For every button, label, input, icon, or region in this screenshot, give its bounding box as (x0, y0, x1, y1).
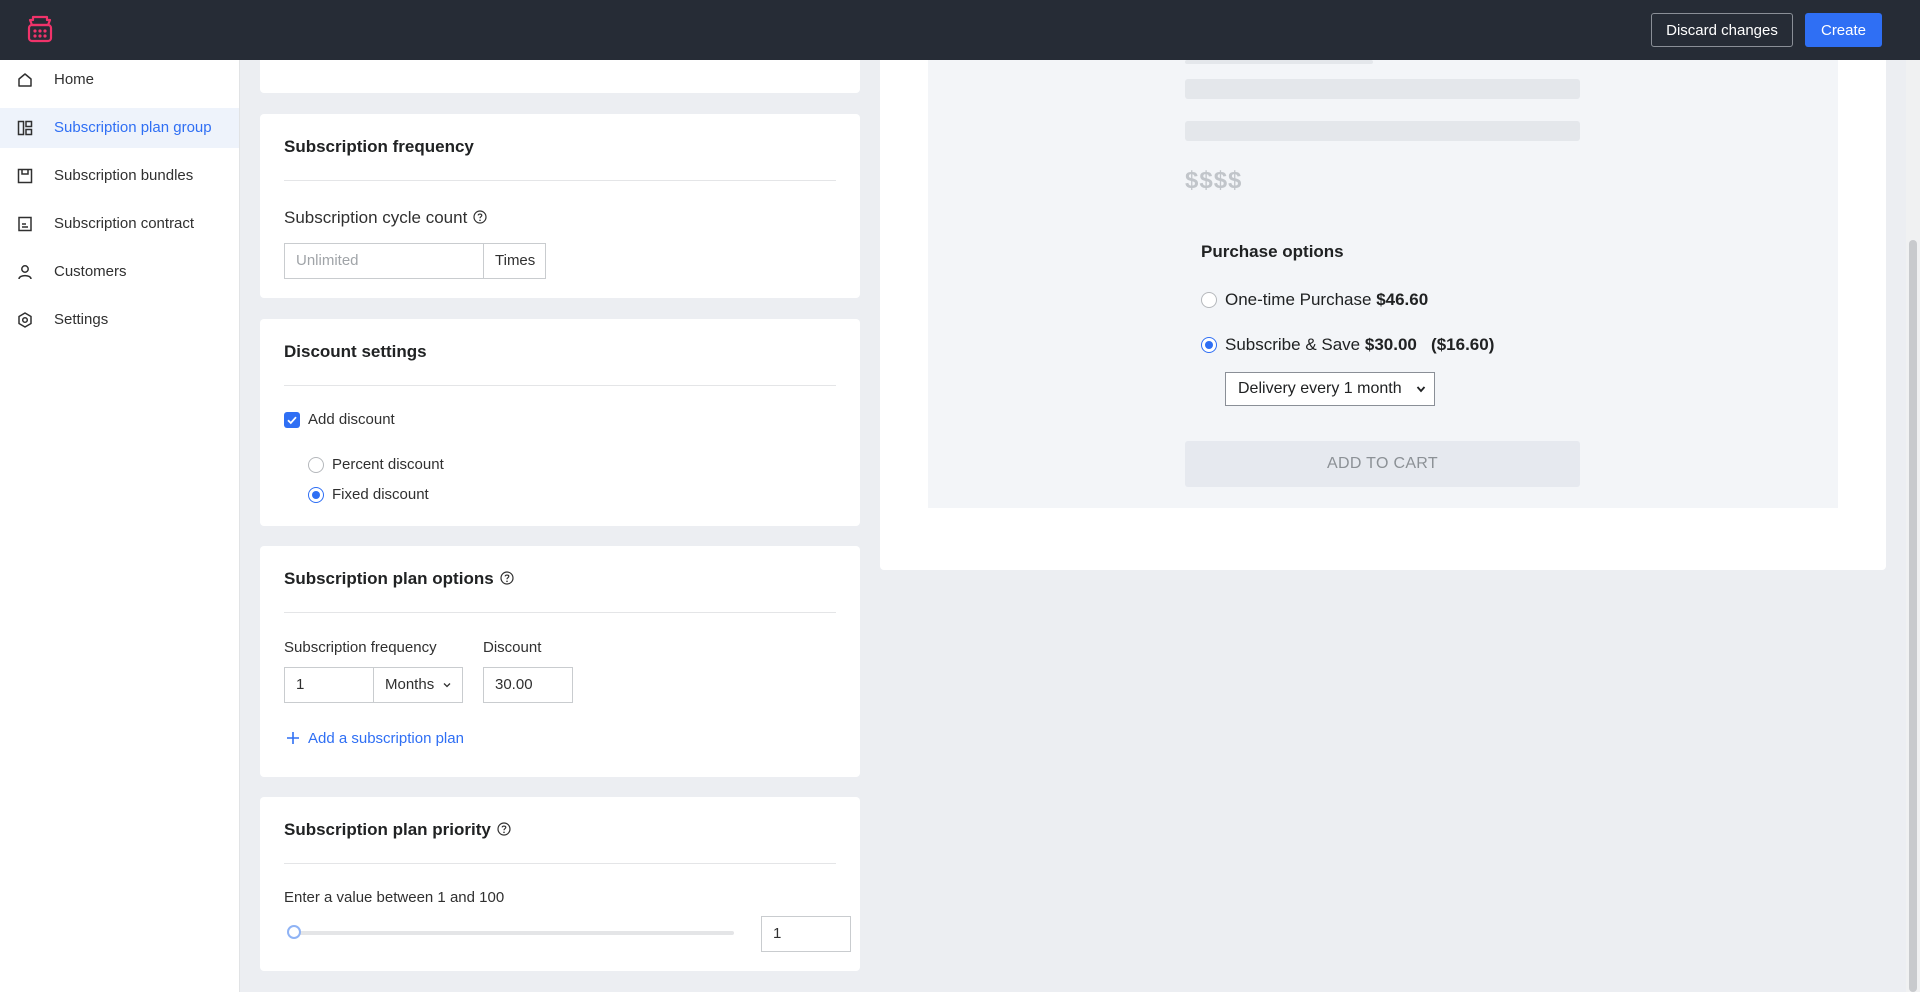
add-discount-checkbox[interactable] (284, 412, 300, 428)
card-title: Discount settings (284, 342, 427, 361)
person-icon (18, 265, 32, 280)
sidebar-item-label: Subscription bundles (54, 167, 194, 184)
discount-label: Discount (483, 639, 542, 656)
gear-icon (18, 312, 32, 328)
sidebar: Home Subscription plan group Subscriptio… (0, 60, 240, 992)
subscription-plan-options-card: Subscription plan options Subscription f… (260, 546, 860, 777)
add-subscription-plan-link[interactable]: Add a subscription plan (286, 730, 464, 747)
check-icon (287, 416, 297, 425)
priority-slider-track[interactable] (290, 931, 734, 935)
divider (284, 385, 836, 386)
subscription-plan-priority-card: Subscription plan priority Enter a value… (260, 797, 860, 971)
chevron-down-icon (1416, 386, 1426, 393)
previous-card (260, 60, 860, 93)
help-icon[interactable] (473, 210, 487, 224)
delivery-frequency-select[interactable]: Delivery every 1 month (1225, 372, 1435, 406)
sidebar-item-label: Subscription contract (54, 215, 195, 232)
layout-icon (17, 120, 33, 136)
divider (284, 863, 836, 864)
divider (284, 612, 836, 613)
fixed-discount-radio[interactable] (308, 487, 324, 503)
help-icon[interactable] (497, 822, 511, 836)
priority-input[interactable]: 1 (761, 916, 851, 952)
sidebar-item-label: Customers (54, 263, 127, 280)
sidebar-item-label: Home (54, 71, 95, 88)
scrollbar-thumb[interactable] (1909, 240, 1917, 992)
cycle-count-suffix: Times (483, 243, 546, 279)
sidebar-item-subscription-bundles[interactable]: Subscription bundles (0, 156, 239, 196)
plus-icon (287, 732, 299, 744)
sidebar-item-label: Subscription plan group (54, 119, 212, 136)
help-icon[interactable] (500, 571, 514, 585)
contract-icon (18, 216, 32, 232)
price-placeholder: $$$$ (1185, 167, 1243, 194)
sidebar-item-subscription-contract[interactable]: Subscription contract (0, 204, 239, 244)
cycle-count-input[interactable]: Unlimited (284, 243, 484, 279)
priority-hint: Enter a value between 1 and 100 (284, 889, 505, 906)
discount-input[interactable]: 30.00 (483, 667, 573, 703)
sidebar-item-label: Settings (54, 311, 109, 328)
purchase-options-title: Purchase options (1201, 242, 1344, 261)
subscription-frequency-card: Subscription frequency Subscription cycl… (260, 114, 860, 298)
skeleton-line (1185, 60, 1373, 64)
chevron-down-icon (443, 683, 451, 688)
subscribe-save-label: Subscribe & Save $30.00 ($16.60) (1225, 335, 1495, 354)
fixed-discount-label: Fixed discount (332, 486, 429, 503)
one-time-purchase-label: One-time Purchase $46.60 (1225, 290, 1429, 309)
cycle-count-label: Subscription cycle count (284, 208, 487, 228)
add-discount-label: Add discount (308, 411, 395, 428)
sidebar-item-customers[interactable]: Customers (0, 252, 239, 292)
skeleton-line (1185, 121, 1580, 141)
frequency-label: Subscription frequency (284, 639, 437, 656)
card-title: Subscription frequency (284, 137, 474, 156)
store-logo-icon (27, 15, 53, 43)
top-bar: Discard changes Create (0, 0, 1920, 60)
home-icon (18, 73, 32, 87)
sidebar-item-home[interactable]: Home (0, 60, 239, 100)
discard-changes-button[interactable]: Discard changes (1651, 13, 1793, 47)
sidebar-item-subscription-plan-group[interactable]: Subscription plan group (0, 108, 239, 148)
percent-discount-radio[interactable] (308, 457, 324, 473)
one-time-purchase-radio[interactable] (1201, 292, 1217, 308)
card-title: Subscription plan options (284, 569, 514, 589)
add-to-cart-button[interactable]: ADD TO CART (1185, 441, 1580, 487)
divider (284, 180, 836, 181)
subscribe-save-radio[interactable] (1201, 337, 1217, 353)
discount-settings-card: Discount settings Add discount Percent d… (260, 319, 860, 526)
create-button[interactable]: Create (1805, 13, 1882, 47)
frequency-unit-select[interactable]: Months (373, 667, 463, 703)
frequency-input[interactable]: 1 (284, 667, 374, 703)
skeleton-line (1185, 79, 1580, 99)
card-title: Subscription plan priority (284, 820, 511, 840)
sidebar-item-settings[interactable]: Settings (0, 300, 239, 340)
bundle-icon (17, 168, 33, 184)
percent-discount-label: Percent discount (332, 456, 444, 473)
